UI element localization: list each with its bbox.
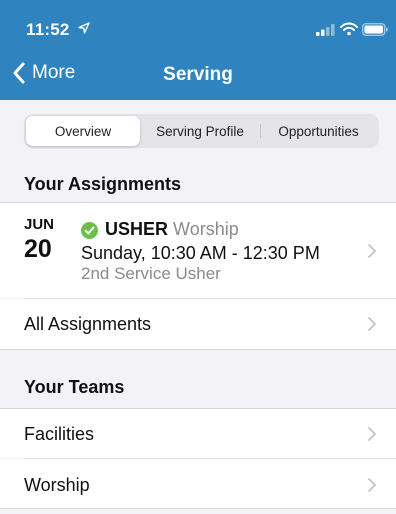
team-row-facilities[interactable]: Facilities (0, 409, 396, 458)
status-time: 11:52 (26, 20, 70, 39)
divider (0, 508, 396, 509)
section-header-teams: Your Teams (24, 377, 125, 397)
team-row-worship[interactable]: Worship (0, 459, 396, 508)
app-header: 11:52 More Serving (0, 0, 396, 100)
wifi-icon (340, 22, 358, 36)
navigation-bar: More Serving (0, 56, 396, 100)
divider (0, 349, 396, 350)
team-label: Worship (24, 475, 90, 495)
assignment-position: 2nd Service Usher (81, 264, 221, 283)
assignment-day: 20 (24, 235, 52, 263)
cellular-signal-icon (316, 24, 335, 36)
team-label: Facilities (24, 424, 95, 444)
assignment-role: USHER (105, 219, 169, 239)
segment-serving-profile[interactable]: Serving Profile (140, 116, 260, 146)
segment-opportunities[interactable]: Opportunities (260, 116, 377, 146)
chevron-right-icon (368, 244, 376, 258)
assignment-time: Sunday, 10:30 AM - 12:30 PM (81, 243, 320, 263)
assignment-team: Worship (173, 219, 239, 239)
segment-overview[interactable]: Overview (26, 116, 140, 146)
check-circle-icon (81, 222, 98, 239)
page-title: Serving (163, 64, 233, 85)
all-assignments-row[interactable]: All Assignments (0, 299, 396, 349)
chevron-right-icon (368, 478, 376, 492)
battery-icon (362, 23, 388, 36)
chevron-right-icon (368, 427, 376, 441)
assignment-month: JUN (24, 216, 55, 233)
segmented-control: Overview Serving Profile Opportunities (24, 114, 379, 148)
assignment-title: USHER Worship (105, 219, 239, 240)
status-bar: 11:52 (0, 0, 396, 56)
chevron-right-icon (368, 317, 376, 331)
location-arrow-icon (78, 22, 90, 34)
all-assignments-label: All Assignments (24, 314, 152, 334)
section-header-assignments: Your Assignments (24, 174, 182, 194)
